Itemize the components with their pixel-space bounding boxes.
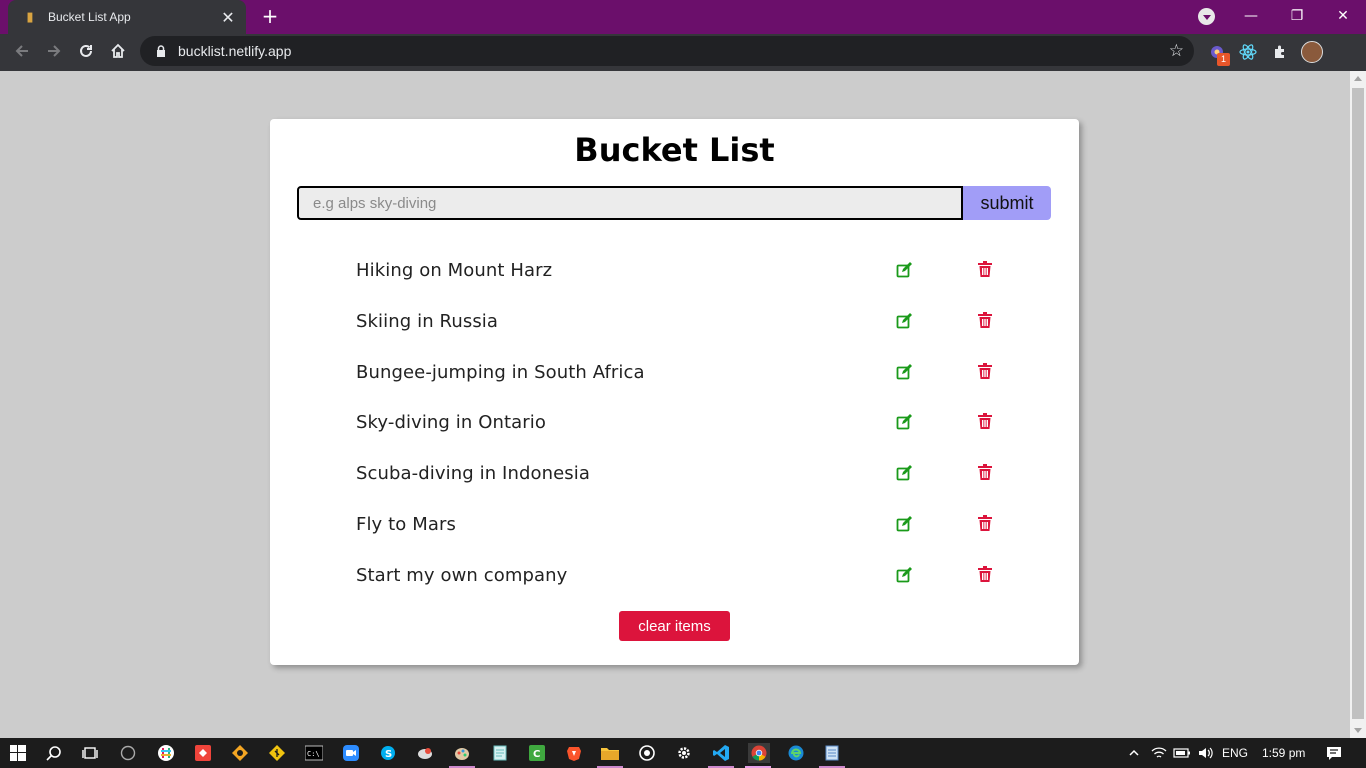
paint-icon[interactable] bbox=[452, 743, 472, 763]
submit-button[interactable]: submit bbox=[963, 186, 1051, 220]
clock[interactable]: 1:59 pm bbox=[1262, 746, 1305, 760]
page-title: Bucket List bbox=[574, 131, 775, 169]
list-item: Fly to Mars bbox=[356, 506, 1006, 557]
sourcetree-icon[interactable] bbox=[230, 743, 250, 763]
page-viewport: Bucket List submit Hiking on Mount Harz … bbox=[0, 71, 1350, 738]
add-item-form: submit bbox=[297, 186, 1051, 220]
address-bar[interactable]: bucklist.netlify.app ☆ bbox=[140, 36, 1194, 66]
scroll-down-icon[interactable] bbox=[1354, 728, 1362, 733]
list-item: Hiking on Mount Harz bbox=[356, 252, 1006, 303]
skype-icon[interactable]: S bbox=[378, 743, 398, 763]
extensions-puzzle-icon[interactable] bbox=[1270, 42, 1290, 62]
list-item: Bungee-jumping in South Africa bbox=[356, 354, 1006, 405]
anydesk-icon[interactable] bbox=[193, 743, 213, 763]
restore-button[interactable]: ❐ bbox=[1274, 0, 1320, 32]
edit-icon[interactable] bbox=[896, 465, 912, 481]
edit-icon[interactable] bbox=[896, 515, 912, 532]
scroll-up-icon[interactable] bbox=[1354, 76, 1362, 81]
notepad-plus-icon[interactable] bbox=[490, 743, 510, 763]
list-item: Sky-diving in Ontario bbox=[356, 404, 1006, 455]
delete-icon[interactable] bbox=[978, 261, 992, 277]
file-explorer-icon[interactable] bbox=[600, 743, 620, 763]
app-icon[interactable] bbox=[415, 743, 435, 763]
item-input[interactable] bbox=[297, 186, 963, 220]
edit-icon[interactable] bbox=[896, 566, 912, 583]
tab-search-icon[interactable] bbox=[1198, 8, 1215, 25]
url-text[interactable]: bucklist.netlify.app bbox=[178, 43, 1169, 59]
minimize-button[interactable]: — bbox=[1228, 0, 1274, 32]
search-icon[interactable] bbox=[44, 743, 64, 763]
zoom-icon[interactable] bbox=[341, 743, 361, 763]
task-view-icon[interactable] bbox=[80, 743, 100, 763]
delete-icon[interactable] bbox=[978, 311, 992, 328]
delete-icon[interactable] bbox=[978, 362, 992, 379]
browser-tab-strip: ▮ Bucket List App ✕ + — ❐ ✕ bbox=[0, 0, 1366, 34]
browser-tab[interactable]: ▮ Bucket List App ✕ bbox=[8, 0, 246, 34]
delete-icon[interactable] bbox=[978, 413, 992, 430]
settings-gear-icon[interactable] bbox=[674, 743, 694, 763]
slack-icon[interactable] bbox=[156, 743, 176, 763]
edit-icon[interactable] bbox=[896, 414, 912, 430]
lock-icon[interactable] bbox=[154, 44, 168, 58]
list-item: Start my own company bbox=[356, 557, 1006, 608]
app-circle-icon[interactable] bbox=[118, 743, 138, 763]
item-label: Fly to Mars bbox=[356, 513, 456, 535]
delete-icon[interactable] bbox=[978, 514, 992, 531]
tray-overflow-icon[interactable] bbox=[1124, 743, 1144, 763]
back-icon[interactable] bbox=[7, 36, 37, 66]
item-label: Skiing in Russia bbox=[356, 310, 499, 332]
page-scrollbar[interactable] bbox=[1350, 71, 1366, 738]
tab-title: Bucket List App bbox=[48, 10, 131, 24]
item-label: Start my own company bbox=[356, 564, 568, 586]
wifi-icon[interactable] bbox=[1149, 743, 1169, 763]
windows-start-icon[interactable] bbox=[8, 743, 28, 763]
new-tab-button[interactable]: + bbox=[258, 5, 282, 29]
bucket-list-card: Bucket List submit Hiking on Mount Harz … bbox=[270, 119, 1079, 665]
item-label: Sky-diving in Ontario bbox=[356, 412, 546, 434]
delete-icon[interactable] bbox=[978, 464, 992, 481]
vscode-icon[interactable] bbox=[711, 743, 731, 763]
scrollbar-thumb[interactable] bbox=[1352, 88, 1364, 719]
clear-items-button[interactable]: clear items bbox=[619, 611, 730, 641]
camtasia-icon[interactable]: C bbox=[527, 743, 547, 763]
svg-text:C: C bbox=[533, 749, 540, 760]
obs-icon[interactable] bbox=[637, 743, 657, 763]
brave-icon[interactable] bbox=[564, 743, 584, 763]
forward-icon[interactable] bbox=[39, 36, 69, 66]
chrome-icon[interactable] bbox=[748, 743, 770, 763]
git-icon[interactable] bbox=[267, 743, 287, 763]
bookmark-star-icon[interactable]: ☆ bbox=[1169, 41, 1184, 61]
edge-icon[interactable] bbox=[786, 743, 806, 763]
windows-taskbar: C:\ S C ENG 1:59 pm bbox=[0, 738, 1366, 768]
bucket-favicon-icon: ▮ bbox=[26, 9, 34, 25]
reload-icon[interactable] bbox=[71, 36, 101, 66]
terminal-icon[interactable]: C:\ bbox=[304, 743, 324, 763]
tab-close-icon[interactable]: ✕ bbox=[220, 8, 236, 27]
language-indicator[interactable]: ENG bbox=[1222, 746, 1248, 760]
svg-text:C:\: C:\ bbox=[307, 750, 320, 758]
edit-icon[interactable] bbox=[896, 312, 912, 329]
item-label: Scuba-diving in Indonesia bbox=[356, 463, 590, 485]
delete-icon[interactable] bbox=[978, 565, 992, 582]
react-devtools-icon[interactable] bbox=[1238, 42, 1258, 62]
home-icon[interactable] bbox=[103, 36, 133, 66]
close-window-button[interactable]: ✕ bbox=[1320, 0, 1366, 32]
item-label: Hiking on Mount Harz bbox=[356, 260, 553, 281]
profile-avatar[interactable] bbox=[1301, 41, 1323, 63]
notification-icon[interactable] bbox=[1324, 743, 1344, 763]
battery-icon[interactable] bbox=[1172, 743, 1192, 763]
list-item: Skiing in Russia bbox=[356, 303, 1006, 354]
edit-icon[interactable] bbox=[896, 363, 912, 380]
notepad-icon[interactable] bbox=[822, 743, 842, 763]
browser-toolbar: bucklist.netlify.app ☆ ⋮ bbox=[0, 34, 1366, 96]
item-label: Bungee-jumping in South Africa bbox=[356, 361, 645, 383]
list-item: Scuba-diving in Indonesia bbox=[356, 455, 1006, 506]
volume-icon[interactable] bbox=[1196, 743, 1216, 763]
extension-badge: 1 bbox=[1217, 53, 1230, 66]
bucket-list: Hiking on Mount Harz Skiing in Russia Bu… bbox=[356, 252, 1006, 608]
edit-icon[interactable] bbox=[896, 262, 912, 278]
svg-text:S: S bbox=[385, 749, 392, 760]
